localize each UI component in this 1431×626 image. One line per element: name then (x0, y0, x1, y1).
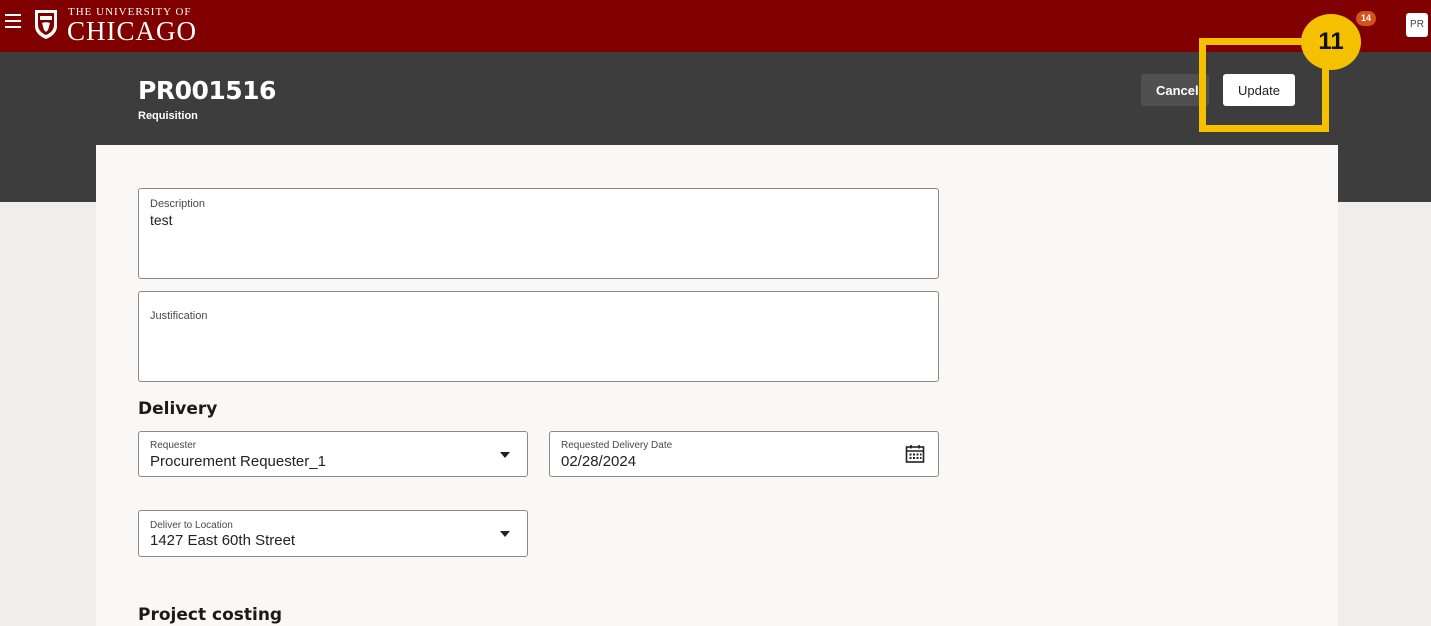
calendar-icon[interactable] (905, 444, 925, 464)
description-label: Description (150, 198, 206, 210)
page-title: PR001516 (138, 76, 276, 105)
deliver-to-location-dropdown[interactable]: Deliver to Location 1427 East 60th Stree… (138, 510, 528, 557)
requester-label: Requester (150, 440, 197, 451)
delivery-section-title: Delivery (138, 399, 218, 419)
requester-dropdown[interactable]: Requester Procurement Requester_1 (138, 431, 528, 477)
project-costing-section-title: Project costing (138, 605, 283, 625)
form-card: Description test Justification Delivery … (96, 145, 1338, 626)
requester-value: Procurement Requester_1 (150, 453, 326, 470)
description-value: test (150, 212, 173, 228)
notification-badge[interactable]: 14 (1356, 11, 1376, 26)
update-button[interactable]: Update (1223, 74, 1295, 106)
user-avatar[interactable]: PR (1406, 13, 1428, 37)
deliver-to-location-label: Deliver to Location (150, 520, 233, 531)
deliver-to-location-value: 1427 East 60th Street (150, 532, 296, 549)
top-navigation-bar: THE UNIVERSITY OF CHICAGO 14 PR (0, 0, 1431, 52)
cancel-button[interactable]: Cancel (1141, 74, 1209, 106)
description-field[interactable]: Description test (138, 188, 939, 279)
hamburger-menu-icon[interactable] (5, 14, 21, 28)
page-subtitle: Requisition (138, 110, 198, 122)
justification-label: Justification (150, 310, 208, 322)
requested-delivery-date-field[interactable]: Requested Delivery Date 02/28/2024 (549, 431, 939, 477)
justification-field[interactable]: Justification (138, 291, 939, 382)
university-shield-icon (35, 10, 57, 39)
chevron-down-icon[interactable] (500, 531, 510, 537)
brand-line-2: CHICAGO (67, 16, 198, 46)
requested-delivery-date-label: Requested Delivery Date (561, 440, 673, 451)
requested-delivery-date-value: 02/28/2024 (561, 453, 637, 470)
chevron-down-icon[interactable] (500, 452, 510, 458)
step-number-badge: 11 (1301, 14, 1361, 70)
